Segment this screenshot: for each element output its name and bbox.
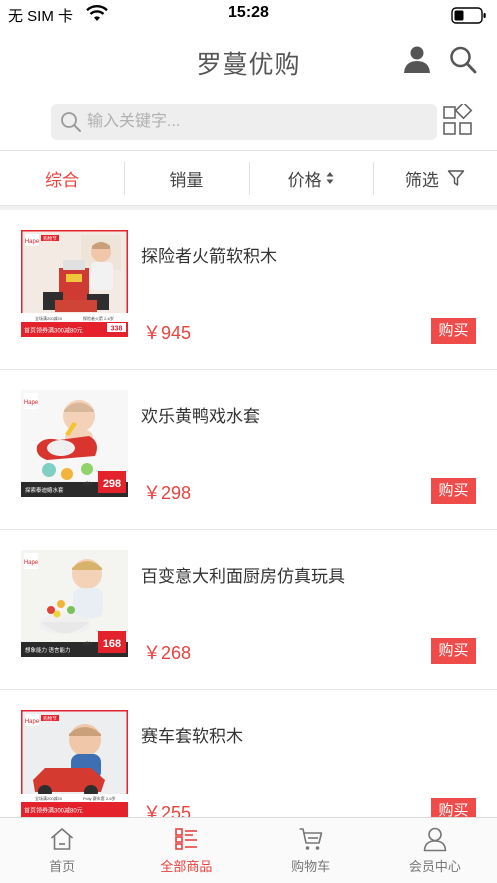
price-tag: 338 — [111, 326, 123, 333]
tab-cart[interactable]: 购物车 — [249, 818, 373, 883]
buy-button[interactable]: 购买 — [431, 798, 476, 817]
tab-label: 全部商品 — [160, 859, 213, 874]
brand-logo: Hape — [25, 239, 40, 245]
tab-home[interactable]: 首页 — [0, 818, 124, 883]
promo-tag: 购物节 — [43, 715, 57, 722]
filter-icon — [447, 170, 465, 186]
product-line-text: 探险者火箭 2-6岁 — [83, 315, 114, 321]
product-price: ￥255 — [143, 803, 192, 817]
product-line-text: Polly 赛车套 2-6岁 — [83, 795, 116, 801]
sort-tab-label: 筛选 — [404, 170, 439, 190]
product-price: ￥298 — [143, 483, 192, 503]
sort-tab-sales[interactable]: 销量 — [124, 151, 248, 205]
age-label: 3岁+ — [83, 640, 93, 647]
product-thumbnail[interactable]: Hape 探索泰迪嬉水套 1岁+ 298 — [21, 390, 128, 497]
sort-tab-price[interactable]: 价格 — [248, 151, 373, 205]
product-item[interactable]: Hape 想象能力 语言能力 3岁+ 168 百变意大利面厨房仿真玩具 ￥268… — [0, 530, 497, 690]
age-label: 1岁+ — [83, 480, 93, 487]
product-item[interactable]: Hape 购物节 全场满200减20 探险者火箭 2-6岁 首页领券满300减8… — [0, 210, 497, 370]
brand-logo: Hape — [24, 560, 39, 566]
product-item[interactable]: Hape 探索泰迪嬉水套 1岁+ 298 欢乐黄鸭戏水套 ￥298 购买 — [0, 370, 497, 530]
tab-label: 会员中心 — [408, 859, 461, 874]
home-icon — [51, 828, 74, 850]
promo-banner: 想象能力 语言能力 — [25, 646, 71, 654]
search-box — [51, 104, 437, 140]
product-price: ￥945 — [143, 323, 192, 343]
tab-bar: 首页 全部商品 购物车 会员中心 — [0, 817, 497, 883]
sort-tab-label: 综合 — [45, 170, 80, 190]
product-thumbnail[interactable]: Hape 想象能力 语言能力 3岁+ 168 — [21, 550, 128, 657]
tab-member-center[interactable]: 会员中心 — [373, 818, 497, 883]
tab-label: 购物车 — [291, 859, 331, 874]
list-icon — [175, 828, 198, 850]
price-tag: 168 — [103, 638, 121, 650]
status-time: 15:28 — [228, 4, 269, 21]
search-icon — [61, 112, 81, 132]
buy-button[interactable]: 购买 — [431, 318, 476, 344]
grid-view-icon — [443, 101, 473, 135]
tab-all-products[interactable]: 全部商品 — [124, 818, 248, 883]
sort-arrows-icon — [326, 172, 334, 184]
product-list[interactable]: Hape 购物节 全场满200减20 探险者火箭 2-6岁 首页领券满300减8… — [0, 210, 497, 817]
product-price: ￥268 — [143, 643, 192, 663]
brand-logo: Hape — [24, 400, 39, 406]
sort-tab-label: 价格 — [287, 170, 322, 190]
sort-tab-default[interactable]: 综合 — [0, 151, 124, 205]
price-tag: 298 — [103, 478, 121, 490]
product-name[interactable]: 百变意大利面厨房仿真玩具 — [141, 562, 345, 587]
buy-button[interactable]: 购买 — [431, 638, 476, 664]
product-item[interactable]: Hape 购物节 全场满200减20 Polly 赛车套 2-6岁 首页领券满3… — [0, 690, 497, 817]
tab-label: 首页 — [49, 859, 76, 874]
product-thumbnail[interactable]: Hape 购物节 全场满200减20 探险者火箭 2-6岁 首页领券满300减8… — [21, 230, 128, 337]
brand-logo: Hape — [25, 719, 40, 725]
search-button[interactable] — [448, 44, 478, 76]
product-thumbnail[interactable]: Hape 购物节 全场满200减20 Polly 赛车套 2-6岁 首页领券满3… — [21, 710, 128, 817]
battery-icon — [451, 7, 486, 24]
sort-tab-label: 销量 — [169, 170, 204, 190]
cart-icon — [299, 828, 322, 850]
coupon-text: 全场满200减20 — [35, 795, 63, 801]
status-bar: 无 SIM 卡 15:28 — [0, 0, 497, 30]
layout-toggle-button[interactable] — [442, 101, 474, 138]
sort-bar: 综合 销量 价格 筛选 — [0, 150, 497, 206]
promo-banner: 探索泰迪嬉水套 — [25, 486, 64, 494]
product-name[interactable]: 探险者火箭软积木 — [141, 242, 277, 267]
buy-button[interactable]: 购买 — [431, 478, 476, 504]
user-icon — [404, 46, 430, 73]
product-name[interactable]: 欢乐黄鸭戏水套 — [141, 402, 260, 427]
search-icon — [450, 46, 477, 74]
promo-banner: 首页领券满300减80元 — [24, 327, 83, 335]
promo-banner: 首页领券满300减80元 — [24, 807, 83, 815]
sort-tab-filter[interactable]: 筛选 — [372, 151, 497, 205]
nav-bar: 罗蔓优购 — [0, 30, 497, 90]
user-button[interactable] — [402, 44, 432, 76]
coupon-text: 全场满200减20 — [35, 315, 63, 321]
promo-tag: 购物节 — [43, 235, 57, 242]
user-icon — [423, 827, 447, 852]
product-name[interactable]: 赛车套软积木 — [141, 722, 243, 747]
search-input[interactable] — [87, 107, 427, 137]
